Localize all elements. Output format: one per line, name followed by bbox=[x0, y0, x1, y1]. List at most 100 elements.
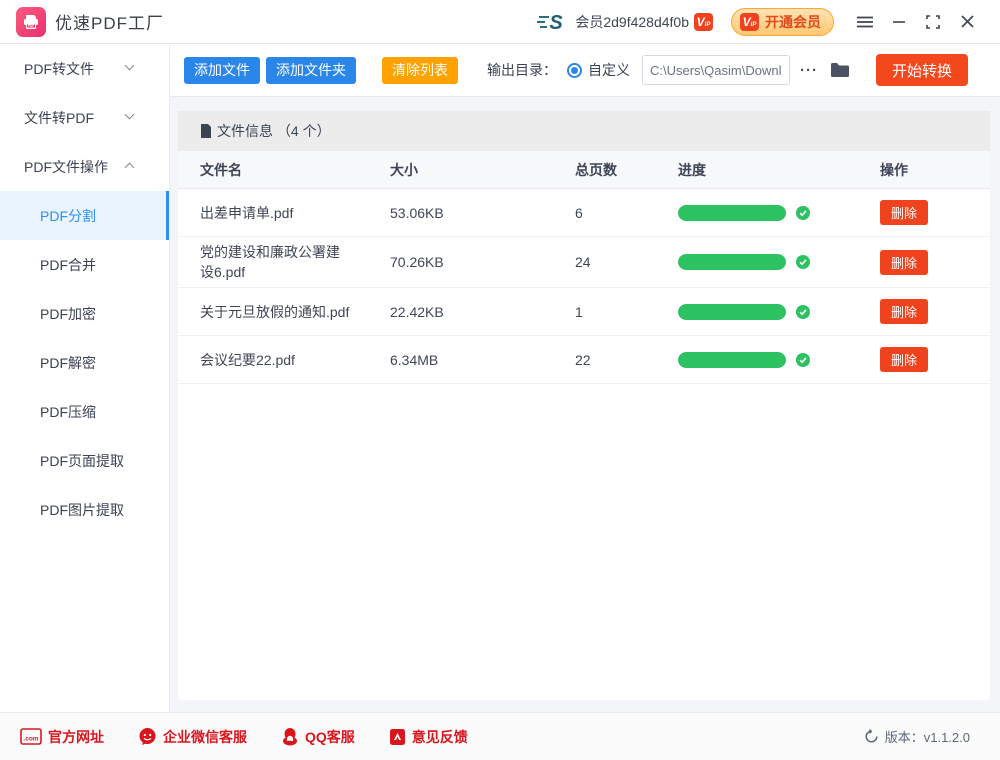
delete-button[interactable]: 删除 bbox=[880, 200, 928, 225]
content-area: 文件信息 （4 个） 文件名 大小 总页数 进度 操作 出差申请单.pdf 53… bbox=[170, 97, 1000, 712]
user-avatar-icon[interactable]: S bbox=[537, 9, 567, 35]
check-circle-icon bbox=[796, 305, 810, 319]
delete-button[interactable]: 删除 bbox=[880, 250, 928, 275]
file-size: 53.06KB bbox=[390, 205, 575, 221]
output-dir-label: 输出目录： bbox=[487, 60, 557, 80]
version-info: 版本：v1.1.2.0 bbox=[864, 727, 970, 746]
sidebar-item-pdf-split[interactable]: PDF分割 bbox=[0, 191, 169, 240]
maximize-icon[interactable] bbox=[916, 7, 950, 37]
footer-link-label: 企业微信客服 bbox=[163, 727, 247, 747]
col-pages: 总页数 bbox=[575, 160, 678, 180]
add-file-button[interactable]: 添加文件 bbox=[184, 57, 260, 84]
table-row: 出差申请单.pdf 53.06KB 6 删除 bbox=[178, 189, 990, 237]
toolbar: 添加文件 添加文件夹 清除列表 输出目录： 自定义 ··· 开始转换 bbox=[170, 44, 1000, 97]
table-header: 文件名 大小 总页数 进度 操作 bbox=[178, 151, 990, 189]
qq-support-link[interactable]: QQ客服 bbox=[281, 727, 355, 747]
browse-ellipsis-button[interactable]: ··· bbox=[800, 62, 818, 79]
footer: .com 官方网址 企业微信客服 QQ客服 bbox=[0, 712, 1000, 760]
file-pages: 24 bbox=[575, 254, 678, 270]
sidebar-item-pdf-encrypt[interactable]: PDF加密 bbox=[0, 289, 169, 338]
col-size: 大小 bbox=[390, 160, 575, 180]
file-size: 22.42KB bbox=[390, 304, 575, 320]
check-circle-icon bbox=[796, 353, 810, 367]
feedback-icon bbox=[389, 728, 406, 746]
footer-link-label: 意见反馈 bbox=[412, 727, 468, 747]
sidebar-group-file-to-pdf[interactable]: 文件转PDF bbox=[0, 93, 169, 142]
progress-bar bbox=[678, 254, 786, 270]
progress-bar bbox=[678, 304, 786, 320]
file-name: 会议纪要22.pdf bbox=[200, 345, 352, 375]
app-logo-icon: PDF bbox=[16, 7, 46, 37]
upgrade-membership-button[interactable]: VIP 开通会员 bbox=[731, 8, 834, 36]
add-folder-button[interactable]: 添加文件夹 bbox=[266, 57, 356, 84]
col-filename: 文件名 bbox=[200, 160, 390, 180]
file-name: 党的建设和廉政公署建设6.pdf bbox=[200, 237, 352, 287]
document-icon bbox=[200, 124, 212, 138]
table-row: 党的建设和廉政公署建设6.pdf 70.26KB 24 删除 bbox=[178, 237, 990, 288]
clear-list-button[interactable]: 清除列表 bbox=[382, 57, 458, 84]
progress-track bbox=[678, 304, 786, 320]
chevron-up-icon bbox=[125, 163, 135, 173]
website-icon: .com bbox=[20, 728, 42, 745]
minimize-icon[interactable] bbox=[882, 7, 916, 37]
file-name: 关于元旦放假的通知.pdf bbox=[200, 297, 352, 327]
wechat-support-link[interactable]: 企业微信客服 bbox=[138, 727, 247, 747]
update-icon[interactable] bbox=[864, 729, 879, 744]
table-row: 会议纪要22.pdf 6.34MB 22 删除 bbox=[178, 336, 990, 384]
sidebar-group-label: 文件转PDF bbox=[24, 108, 94, 128]
file-info-bar: 文件信息 （4 个） bbox=[178, 111, 990, 151]
sidebar-item-pdf-compress[interactable]: PDF压缩 bbox=[0, 387, 169, 436]
wechat-icon bbox=[138, 727, 157, 746]
qq-icon bbox=[281, 727, 299, 746]
radio-dot bbox=[571, 67, 578, 74]
title-bar: PDF 优速PDF工厂 S 会员2d9f428d4f0b VIP VIP 开通会… bbox=[0, 0, 1000, 44]
feedback-link[interactable]: 意见反馈 bbox=[389, 727, 468, 747]
chevron-down-icon bbox=[125, 110, 135, 120]
sidebar-group-pdf-operations[interactable]: PDF文件操作 bbox=[0, 142, 169, 191]
file-info-label: 文件信息 （4 个） bbox=[217, 121, 331, 141]
progress-track bbox=[678, 254, 786, 270]
open-folder-icon[interactable] bbox=[830, 62, 850, 78]
sidebar-item-pdf-decrypt[interactable]: PDF解密 bbox=[0, 338, 169, 387]
col-actions: 操作 bbox=[880, 160, 990, 180]
footer-link-label: 官方网址 bbox=[48, 727, 104, 747]
file-pages: 22 bbox=[575, 352, 678, 368]
chevron-down-icon bbox=[125, 61, 135, 71]
file-name: 出差申请单.pdf bbox=[200, 198, 352, 228]
output-path-input[interactable] bbox=[642, 55, 790, 85]
sidebar-item-pdf-image-extract[interactable]: PDF图片提取 bbox=[0, 485, 169, 534]
app-window: PDF 优速PDF工厂 S 会员2d9f428d4f0b VIP VIP 开通会… bbox=[0, 0, 1000, 760]
official-website-link[interactable]: .com 官方网址 bbox=[20, 727, 104, 747]
check-circle-icon bbox=[796, 206, 810, 220]
vip-badge-icon: VIP bbox=[694, 13, 713, 31]
sidebar: PDF转文件 文件转PDF PDF文件操作 PDF分割 PDF合并 PDF加密 … bbox=[0, 44, 170, 712]
progress-track bbox=[678, 352, 786, 368]
col-progress: 进度 bbox=[678, 160, 880, 180]
file-panel: 文件信息 （4 个） 文件名 大小 总页数 进度 操作 出差申请单.pdf 53… bbox=[178, 111, 990, 700]
table-row: 关于元旦放假的通知.pdf 22.42KB 1 删除 bbox=[178, 288, 990, 336]
check-circle-icon bbox=[796, 255, 810, 269]
menu-icon[interactable] bbox=[848, 7, 882, 37]
close-icon[interactable] bbox=[950, 7, 984, 37]
sidebar-group-pdf-to-file[interactable]: PDF转文件 bbox=[0, 44, 169, 93]
member-id-label[interactable]: 会员2d9f428d4f0b bbox=[575, 12, 689, 32]
upgrade-label: 开通会员 bbox=[765, 12, 821, 32]
file-pages: 1 bbox=[575, 304, 678, 320]
version-label: 版本：v1.1.2.0 bbox=[885, 727, 970, 746]
delete-button[interactable]: 删除 bbox=[880, 299, 928, 324]
svg-text:PDF: PDF bbox=[28, 24, 34, 28]
progress-bar bbox=[678, 352, 786, 368]
custom-radio[interactable] bbox=[567, 63, 582, 78]
sidebar-item-pdf-page-extract[interactable]: PDF页面提取 bbox=[0, 436, 169, 485]
svg-text:S: S bbox=[550, 12, 564, 34]
svg-text:.com: .com bbox=[23, 736, 38, 743]
file-size: 70.26KB bbox=[390, 254, 575, 270]
app-title: 优速PDF工厂 bbox=[55, 9, 164, 34]
vip-badge-icon: VIP bbox=[740, 13, 759, 31]
delete-button[interactable]: 删除 bbox=[880, 347, 928, 372]
start-convert-button[interactable]: 开始转换 bbox=[876, 54, 968, 86]
sidebar-item-pdf-merge[interactable]: PDF合并 bbox=[0, 240, 169, 289]
file-size: 6.34MB bbox=[390, 352, 575, 368]
file-pages: 6 bbox=[575, 205, 678, 221]
progress-bar bbox=[678, 205, 786, 221]
